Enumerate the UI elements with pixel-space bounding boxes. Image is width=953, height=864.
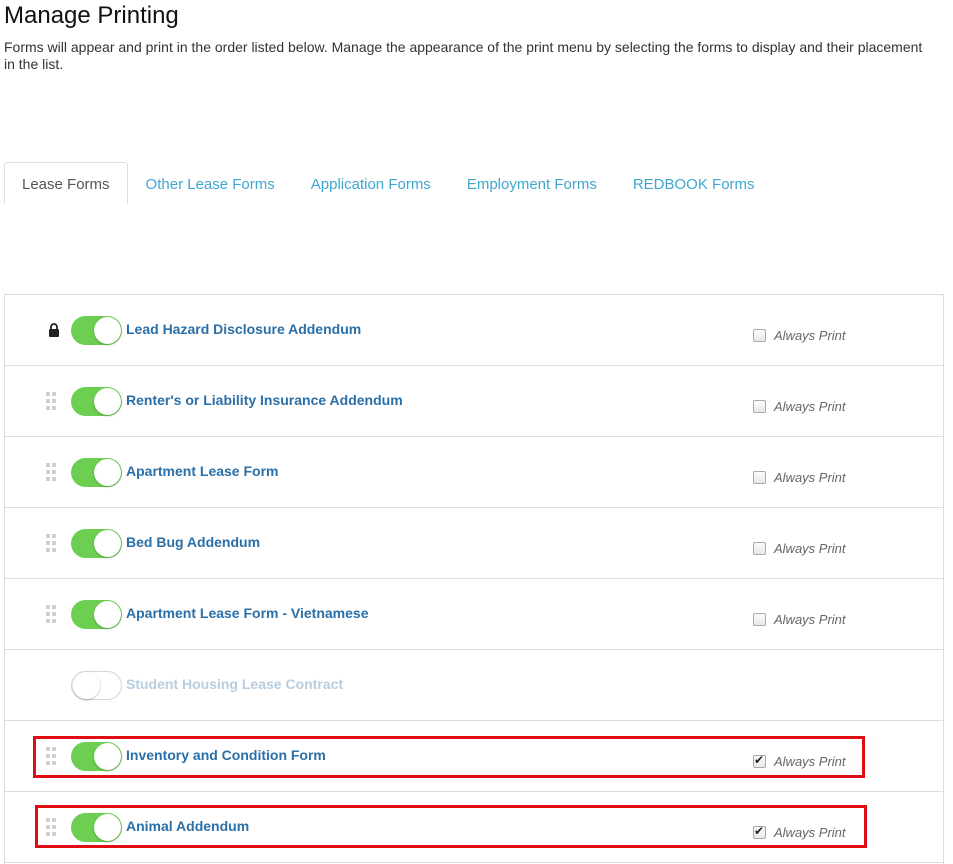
toggle-knob [94,743,121,770]
always-print-checkbox[interactable] [753,612,766,626]
always-print-label: Always Print [774,754,846,769]
always-print-option: Always Print [753,399,846,414]
form-toggle-switch[interactable] [71,600,122,629]
always-print-label: Always Print [774,825,846,840]
page-title: Manage Printing [4,2,179,29]
tab-redbook-forms[interactable]: REDBOOK Forms [615,162,773,204]
toggle-knob [94,814,121,841]
tab-other-lease-forms[interactable]: Other Lease Forms [128,162,293,204]
checkmark-icon: ✔ [754,823,765,838]
form-tabs: Lease Forms Other Lease Forms Applicatio… [4,162,773,204]
always-print-option: Always Print [753,470,846,485]
form-row: Animal Addendum ✔ Always Print [5,792,943,863]
form-toggle-switch[interactable] [71,671,122,700]
form-name-link[interactable]: Apartment Lease Form [126,463,278,479]
always-print-option: Always Print [753,612,846,627]
form-row: Inventory and Condition Form ✔ Always Prin… [5,721,943,792]
page-description: Forms will appear and print in the order… [4,39,923,72]
form-name-link[interactable]: Apartment Lease Form - Vietnamese [126,605,369,621]
form-toggle-switch[interactable] [71,387,122,416]
always-print-label: Always Print [774,470,846,485]
always-print-label: Always Print [774,612,846,627]
toggle-knob [94,530,121,557]
form-toggle-switch[interactable] [71,742,122,771]
form-row: Bed Bug Addendum Always Print [5,508,943,579]
form-list: Lead Hazard Disclosure Addendum Always Pr… [4,294,944,864]
lock-icon [48,323,60,337]
toggle-knob [94,459,121,486]
tab-employment-forms[interactable]: Employment Forms [449,162,615,204]
tab-lease-forms[interactable]: Lease Forms [4,162,128,204]
always-print-label: Always Print [774,328,846,343]
drag-handle-icon[interactable] [45,462,57,482]
always-print-checkbox[interactable] [753,541,766,555]
form-name-link[interactable]: Animal Addendum [126,818,249,834]
drag-handle-icon[interactable] [45,746,57,766]
always-print-checkbox[interactable] [753,399,766,413]
form-row: Student Housing Lease Contract [5,650,943,721]
toggle-knob [94,388,121,415]
always-print-option: ✔ Always Print [753,752,846,769]
always-print-checkbox[interactable]: ✔ [753,752,766,768]
toggle-knob [94,601,121,628]
always-print-checkbox[interactable] [753,328,766,342]
form-toggle-switch[interactable] [71,813,122,842]
drag-handle-icon[interactable] [45,604,57,624]
drag-handle-icon[interactable] [45,817,57,837]
drag-handle-icon[interactable] [45,391,57,411]
tab-application-forms[interactable]: Application Forms [293,162,449,204]
form-name-link[interactable]: Inventory and Condition Form [126,747,326,763]
form-toggle-switch[interactable] [71,529,122,558]
form-row: Lead Hazard Disclosure Addendum Always Pr… [5,295,943,366]
always-print-option: ✔ Always Print [753,823,846,840]
form-row: Apartment Lease Form - Vietnamese Always … [5,579,943,650]
toggle-knob [73,672,100,699]
form-name-link[interactable]: Renter's or Liability Insurance Addendum [126,392,403,408]
always-print-option: Always Print [753,328,846,343]
always-print-label: Always Print [774,541,846,556]
form-name-link[interactable]: Bed Bug Addendum [126,534,260,550]
form-name-link[interactable]: Lead Hazard Disclosure Addendum [126,321,361,337]
checkmark-icon: ✔ [754,752,765,767]
form-name-link: Student Housing Lease Contract [126,676,344,692]
form-row: Apartment Lease Form Always Print [5,437,943,508]
always-print-checkbox[interactable]: ✔ [753,823,766,839]
form-row: Renter's or Liability Insurance Addendum… [5,366,943,437]
toggle-knob [94,317,121,344]
form-toggle-switch[interactable] [71,316,122,345]
always-print-checkbox[interactable] [753,470,766,484]
form-toggle-switch[interactable] [71,458,122,487]
drag-handle-icon[interactable] [45,533,57,553]
always-print-label: Always Print [774,399,846,414]
always-print-option: Always Print [753,541,846,556]
